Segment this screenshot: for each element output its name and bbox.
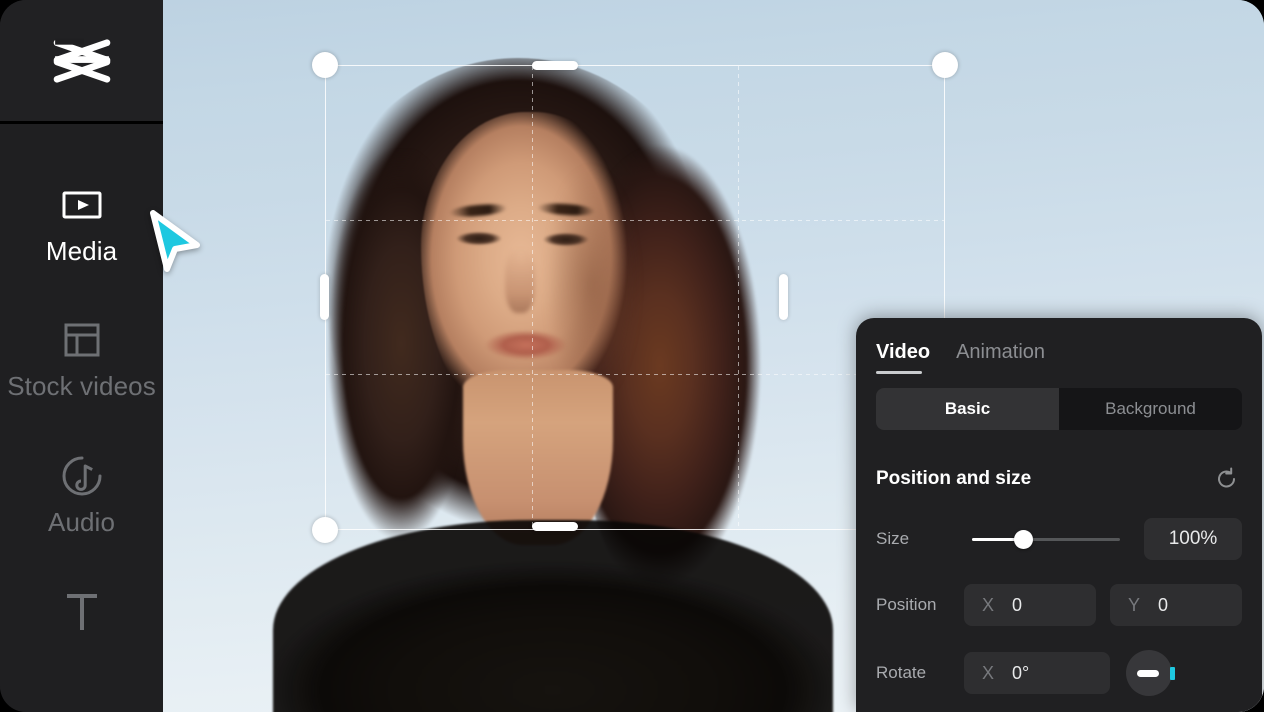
properties-panel: Video Animation Basic Background Positio… [856,318,1262,712]
text-t-icon [66,593,97,630]
dial-tick [1170,667,1175,680]
capcut-editor-window: Media Stock videos Audio Video Animation… [0,0,1264,712]
left-sidebar: Media Stock videos Audio [0,0,163,712]
segment-background[interactable]: Background [1059,388,1242,430]
position-x-field[interactable]: X 0 [964,584,1096,626]
panel-tab-bar: Video Animation [876,318,1242,374]
photo-subject-shirt [273,520,833,712]
arrow-pointer-cursor [150,210,200,272]
sidebar-item-label: Audio [48,506,115,537]
size-label: Size [876,529,910,548]
tab-animation[interactable]: Animation [956,341,1045,374]
position-x-value: 0 [1012,594,1023,615]
axis-label-x: X [982,594,995,615]
segmented-control: Basic Background [876,388,1242,430]
handle-corner-bottom-left[interactable] [312,517,338,543]
sidebar-nav-list: Media Stock videos Audio [0,124,163,646]
section-title: Position and size [876,468,1032,489]
sidebar-item-label: Stock videos [7,371,156,402]
handle-edge-right[interactable] [779,274,788,320]
sidebar-item-label: Media [45,236,118,266]
handle-corner-top-right[interactable] [932,52,958,78]
photo-subject-neck [463,370,613,545]
handle-corner-top-left[interactable] [312,52,338,78]
music-note-circle-icon [62,456,101,496]
sidebar-item-stock-videos[interactable]: Stock videos [0,305,163,412]
rotate-label: Rotate [876,663,927,682]
size-slider[interactable] [964,528,1128,550]
app-logo-bar[interactable] [0,0,163,124]
rotate-dial-icon[interactable] [1126,650,1175,696]
video-frame-play-icon [62,191,101,219]
rotate-control-row: Rotate X 0° [876,650,1242,696]
size-control-row: Size 100% [876,518,1242,560]
sidebar-item-audio[interactable]: Audio [0,441,163,548]
reset-rotate-icon[interactable] [1212,464,1242,494]
capcut-logo-icon [53,38,110,83]
photo-subject-lips [485,330,567,360]
handle-edge-top[interactable] [532,61,578,70]
tab-video[interactable]: Video [876,341,930,374]
sidebar-item-text[interactable]: Text [0,576,163,646]
rotate-x-value: 0° [1012,662,1030,683]
photo-subject-eye-right [543,233,589,246]
sidebar-item-media[interactable]: Media [0,170,163,277]
photo-subject-nose [505,248,535,313]
position-y-field[interactable]: Y 0 [1110,584,1242,626]
rotate-x-field[interactable]: X 0° [964,652,1110,694]
photo-subject-eye-left [456,232,502,245]
handle-edge-bottom[interactable] [532,522,578,531]
slider-thumb[interactable] [1014,529,1034,549]
axis-label-x: X [982,662,995,683]
position-y-value: 0 [1158,594,1169,615]
axis-label-y: Y [1128,594,1141,615]
layout-grid-icon [64,323,99,357]
position-label: Position [876,595,937,614]
position-control-row: Position X 0 Y 0 [876,584,1242,626]
segment-basic[interactable]: Basic [876,388,1059,430]
handle-edge-left[interactable] [320,274,329,320]
position-and-size-header: Position and size [876,464,1242,494]
dial-bar [1137,670,1159,677]
size-value[interactable]: 100% [1144,518,1242,560]
